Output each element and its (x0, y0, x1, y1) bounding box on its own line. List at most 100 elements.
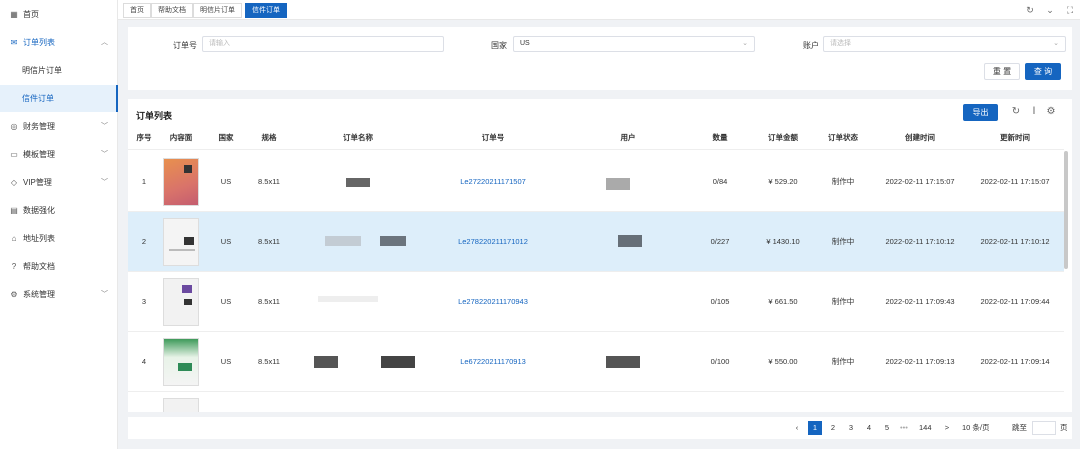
prev-page-button[interactable]: ‹ (790, 421, 804, 435)
content-thumbnail[interactable] (163, 158, 199, 206)
user-redacted (606, 178, 630, 190)
goto-page-input[interactable] (1032, 421, 1056, 435)
page-size-select[interactable]: 10 条/页 (962, 421, 990, 435)
tab-home[interactable]: 首页 (123, 3, 151, 18)
order-no-link[interactable]: Le27220211171507 (433, 152, 553, 212)
template-icon: ▭ (10, 149, 18, 159)
tab-letter-orders[interactable]: 信件订单 (245, 3, 287, 18)
table-row[interactable]: 1 US 8.5x11 Le27220211171507 0/84 ¥ 529.… (128, 152, 1064, 212)
sidebar-item-vip[interactable]: ◇ VIP管理 ﹀ (0, 170, 118, 194)
order-no-link[interactable]: Le67220211170913 (433, 332, 553, 392)
settings-icon[interactable]: ⚙ (1045, 106, 1057, 118)
search-button[interactable]: 查 询 (1025, 63, 1061, 80)
tab-help-docs[interactable]: 帮助文档 (151, 3, 193, 18)
chevron-down-icon: ⌄ (1053, 40, 1059, 47)
chevron-up-icon: ︿ (101, 39, 108, 46)
page-button[interactable]: 4 (862, 421, 876, 435)
grid-icon: ▦ (10, 9, 18, 19)
sidebar-item-label: 信件订单 (22, 94, 54, 103)
sidebar-item-templates[interactable]: ▭ 模板管理 ﹀ (0, 142, 118, 166)
page-button[interactable]: 2 (826, 421, 840, 435)
country-cell: US (220, 297, 232, 306)
sidebar-item-home[interactable]: ▦ 首页 (0, 2, 118, 26)
thumbnail-mark (184, 237, 194, 245)
page-ellipsis[interactable]: ••• (897, 421, 911, 435)
created-cell: 2022-02-11 17:10:12 (885, 237, 955, 246)
order-name-redacted (346, 178, 370, 187)
content-thumbnail[interactable] (163, 338, 199, 386)
qty-cell: 0/84 (712, 177, 728, 186)
page-button[interactable]: 1 (808, 421, 822, 435)
size-cell: 8.5x11 (258, 177, 280, 186)
orders-table-card: 订单列表 导出 ↻ Ⅰ ⚙ 序号 内容面 国家 规格 订单名称 订单号 用户 数… (128, 99, 1072, 412)
table-scrollbar[interactable] (1064, 151, 1068, 269)
filter-panel: 订单号 请输入 国家 US ⌄ 账户 请选择 ⌄ 重 置 查 询 (128, 27, 1072, 90)
row-index: 2 (141, 237, 147, 246)
updated-cell: 2022-02-11 17:15:07 (980, 177, 1050, 186)
sidebar-item-data-enhance[interactable]: ▤ 数据强化 (0, 198, 118, 222)
chevron-down-icon: ﹀ (101, 151, 108, 158)
column-height-icon[interactable]: Ⅰ (1028, 106, 1040, 118)
sidebar: ▦ 首页 ✉ 订单列表 ︿ 明信片订单 信件订单 ◎ 财务管理 ﹀ ▭ 模板管理 ﹀ ◇ VIP… (0, 0, 118, 449)
reset-button[interactable]: 重 置 (984, 63, 1020, 80)
column-header: 内容面 (169, 133, 193, 142)
vip-icon: ◇ (10, 177, 18, 187)
sidebar-item-letter-orders[interactable]: 信件订单 (0, 85, 118, 112)
column-header: 用户 (620, 133, 636, 142)
column-header: 订单名称 (343, 133, 373, 142)
account-select[interactable]: 请选择 ⌄ (823, 36, 1066, 52)
country-cell: US (220, 177, 232, 186)
status-cell: 制作中 (831, 177, 855, 186)
updated-cell: 2022-02-11 17:09:44 (980, 297, 1050, 306)
page-button[interactable]: 144 (916, 421, 935, 435)
table-row[interactable]: 3 US 8.5x11 Le278220211170943 0/105 ¥ 66… (128, 272, 1064, 332)
thumbnail-mark (178, 363, 192, 371)
size-cell: 8.5x11 (258, 297, 280, 306)
refresh-icon[interactable]: ↻ (1010, 106, 1022, 118)
size-cell: 8.5x11 (258, 357, 280, 366)
page-button[interactable]: 3 (844, 421, 858, 435)
order-no-link[interactable]: Le278220211171012 (433, 212, 553, 272)
export-button[interactable]: 导出 (963, 104, 998, 121)
table-row[interactable]: 2 US 8.5x11 Le278220211171012 0/227 ¥ 14… (128, 212, 1064, 272)
sidebar-item-label: 明信片订单 (22, 65, 62, 75)
sidebar-item-addresses[interactable]: ⌂ 地址列表 (0, 226, 118, 250)
column-header: 序号 (136, 133, 152, 142)
content-thumbnail[interactable] (163, 398, 199, 412)
sidebar-item-label: 模板管理 (23, 149, 55, 159)
country-value: US (520, 40, 530, 47)
content-thumbnail[interactable] (163, 218, 199, 266)
chevron-down-icon[interactable]: ⌄ (1044, 4, 1056, 16)
tab-postcard-orders[interactable]: 明信片订单 (193, 3, 242, 18)
sidebar-item-postcard-orders[interactable]: 明信片订单 (0, 58, 118, 82)
account-placeholder: 请选择 (830, 40, 851, 47)
status-cell: 制作中 (831, 357, 855, 366)
order-no-input[interactable]: 请输入 (202, 36, 444, 52)
country-select[interactable]: US ⌄ (513, 36, 755, 52)
page-button[interactable]: 5 (880, 421, 894, 435)
column-header: 订单状态 (828, 133, 858, 142)
page-suffix-label: 页 (1060, 423, 1068, 432)
sidebar-item-label: 数据强化 (23, 205, 55, 215)
sidebar-item-order-list[interactable]: ✉ 订单列表 ︿ (0, 30, 118, 54)
address-icon: ⌂ (11, 233, 17, 243)
status-cell: 制作中 (831, 297, 855, 306)
sidebar-item-finance[interactable]: ◎ 财务管理 ﹀ (0, 114, 118, 138)
user-redacted (606, 356, 640, 368)
sidebar-item-label: 订单列表 (23, 37, 55, 47)
column-header: 订单金额 (768, 133, 798, 142)
fullscreen-icon[interactable]: ⛶ (1064, 4, 1076, 16)
chevron-down-icon: ﹀ (101, 291, 108, 298)
qty-cell: 0/105 (710, 297, 730, 306)
next-page-button[interactable]: > (940, 421, 954, 435)
column-header: 更新时间 (1000, 133, 1030, 142)
mail-icon: ✉ (10, 37, 18, 47)
order-no-link[interactable]: Le278220211170943 (433, 272, 553, 332)
table-title: 订单列表 (136, 111, 173, 121)
table-row[interactable]: 4 US 8.5x11 Le67220211170913 0/100 ¥ 550… (128, 332, 1064, 392)
sidebar-item-system[interactable]: ⚙ 系统管理 ﹀ (0, 282, 118, 306)
sidebar-item-help[interactable]: ? 帮助文档 (0, 254, 118, 278)
content-thumbnail[interactable] (163, 278, 199, 326)
refresh-icon[interactable]: ↻ (1024, 4, 1036, 16)
qty-cell: 0/100 (710, 357, 730, 366)
